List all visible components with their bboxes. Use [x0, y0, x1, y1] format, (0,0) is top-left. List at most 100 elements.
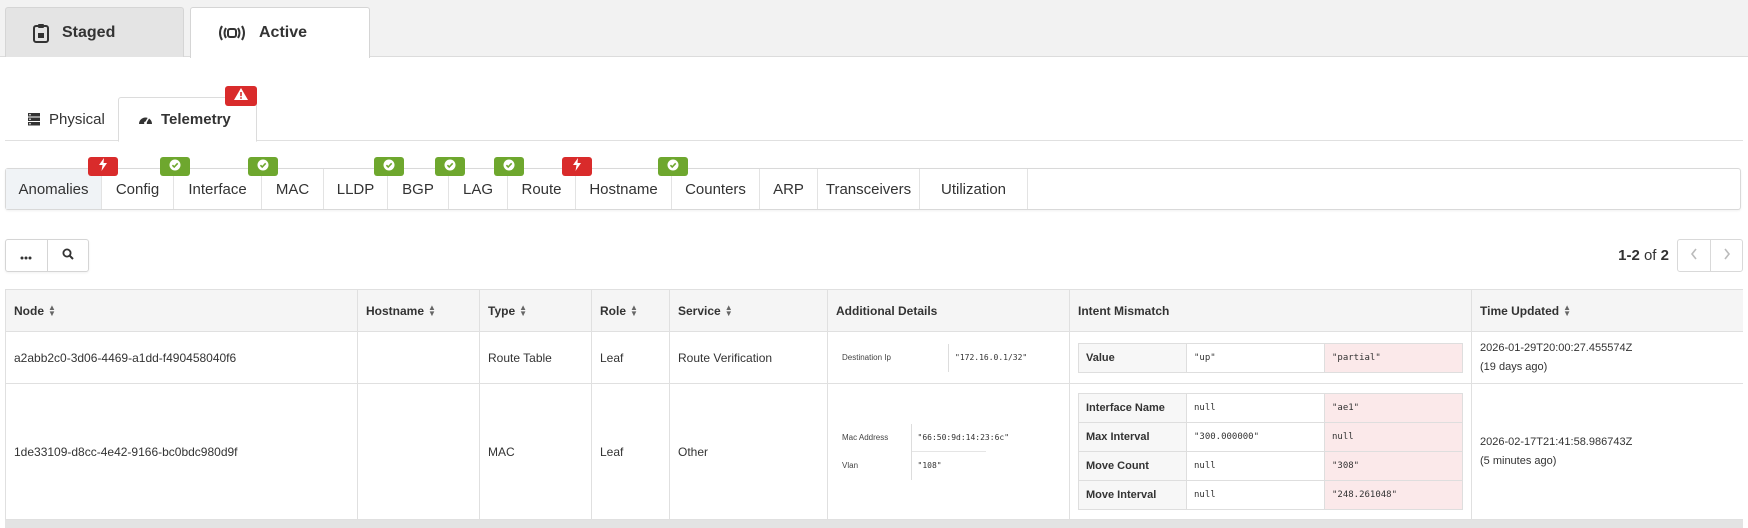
mismatch-actual: "ae1"	[1324, 393, 1463, 423]
check-circle-icon	[444, 158, 456, 176]
broadcast-icon	[217, 24, 247, 42]
cell-role: Leaf	[591, 331, 670, 384]
pagination-total: 2	[1660, 247, 1669, 264]
tab-active[interactable]: Active	[190, 7, 370, 58]
tab-arp[interactable]: ARP	[760, 169, 818, 209]
column-header-time-updated[interactable]: Time Updated ▲ ▼	[1471, 289, 1743, 332]
mismatch-key: Move Interval	[1078, 480, 1187, 510]
timestamp-relative: (19 days ago)	[1480, 360, 1548, 373]
column-header-additional-details: Additional Details	[827, 289, 1070, 332]
tab-active-label: Active	[259, 24, 308, 41]
mismatch-actual: null	[1324, 422, 1463, 452]
sort-icon: ▲ ▼	[519, 303, 528, 319]
cell-type: MAC	[479, 383, 592, 520]
pagination: 1-2 of 2	[1618, 239, 1743, 272]
previous-page-button[interactable]	[1678, 240, 1710, 271]
column-header-service-label: Service	[678, 303, 721, 318]
cell-type: Route Table	[479, 331, 592, 384]
status-ok-badge	[494, 157, 524, 176]
sort-icon: ▲ ▼	[1563, 303, 1572, 319]
tab-anomalies[interactable]: Anomalies	[6, 169, 102, 209]
tab-physical[interactable]: Physical	[5, 97, 118, 141]
cell-node: a2abb2c0-3d06-4469-a1dd-f490458040f6	[5, 331, 358, 384]
warning-icon	[233, 87, 249, 106]
lightning-icon	[98, 157, 108, 176]
check-circle-icon	[383, 158, 395, 176]
mismatch-key: Move Count	[1078, 451, 1187, 481]
column-header-hostname-label: Hostname	[366, 303, 425, 318]
horizontal-scrollbar[interactable]	[5, 520, 1743, 528]
mismatch-actual: "308"	[1324, 451, 1463, 481]
mismatch-row: Max Interval "300.000000" null	[1078, 422, 1463, 452]
speedometer-icon	[138, 113, 153, 126]
chevron-left-icon	[1690, 247, 1698, 265]
timestamp-relative: (5 minutes ago)	[1480, 454, 1557, 467]
mismatch-table: Value "up" "partial"	[1078, 342, 1463, 373]
status-ok-badge	[248, 157, 278, 176]
status-error-badge	[88, 157, 118, 176]
anomalies-table: Node ▲ ▼ Hostname ▲ ▼ Type ▲ ▼ Role ▲ ▼ Service ▲…	[5, 289, 1743, 528]
pagination-of: of	[1643, 247, 1657, 264]
status-ok-badge	[658, 157, 688, 176]
pagination-summary: 1-2 of 2	[1618, 247, 1669, 264]
mismatch-key: Interface Name	[1078, 393, 1187, 423]
pagination-range: 1-2	[1618, 247, 1640, 264]
column-header-type-label: Type	[488, 303, 516, 318]
check-circle-icon	[257, 158, 269, 176]
tab-telemetry-label: Telemetry	[161, 111, 231, 128]
details-row: Vlan "108"	[836, 451, 986, 480]
mismatch-row: Interface Name null "ae1"	[1078, 393, 1463, 423]
mismatch-expected: null	[1186, 451, 1325, 481]
top-tab-bar: Staged Active	[0, 0, 1748, 58]
details-value: "108"	[911, 451, 986, 480]
details-key: Vlan	[836, 451, 912, 480]
cell-intent-mismatch: Interface Name null "ae1" Max Interval "…	[1069, 383, 1472, 520]
mismatch-actual: "248.261048"	[1324, 480, 1463, 510]
cell-time-updated: 2026-02-17T21:41:58.986743Z (5 minutes a…	[1471, 383, 1743, 520]
mismatch-expected: "up"	[1186, 342, 1325, 373]
telemetry-warning-badge	[225, 86, 257, 106]
cell-service: Other	[669, 383, 828, 520]
details-table: Destination Ip "172.16.0.1/32"	[836, 343, 1061, 372]
mismatch-row: Move Interval null "248.261048"	[1078, 480, 1463, 510]
tab-utilization[interactable]: Utilization	[920, 169, 1028, 209]
details-table: Mac Address "66:50:9d:14:23:6c" Vlan "10…	[836, 423, 1009, 480]
next-page-button[interactable]	[1710, 240, 1742, 271]
details-value: "172.16.0.1/32"	[955, 353, 1028, 362]
column-header-service[interactable]: Service ▲ ▼	[669, 289, 828, 332]
status-ok-badge	[374, 157, 404, 176]
more-options-button[interactable]	[6, 240, 47, 271]
mismatch-expected: "300.000000"	[1186, 422, 1325, 452]
sort-icon: ▲ ▼	[48, 303, 56, 319]
chevron-right-icon	[1723, 247, 1731, 265]
status-ok-badge	[160, 157, 190, 176]
table-row[interactable]: a2abb2c0-3d06-4469-a1dd-f490458040f6 Rou…	[5, 331, 1743, 384]
mismatch-table: Interface Name null "ae1" Max Interval "…	[1078, 393, 1463, 510]
mismatch-key: Max Interval	[1078, 422, 1187, 452]
cell-hostname	[357, 331, 480, 384]
details-key: Destination Ip	[836, 343, 949, 372]
details-row: Mac Address "66:50:9d:14:23:6c"	[836, 423, 1009, 452]
table-row[interactable]: 1de33109-d8cc-4e42-9166-bc0bdc980d9f MAC…	[5, 383, 1743, 520]
column-header-hostname[interactable]: Hostname ▲ ▼	[357, 289, 480, 332]
column-header-role[interactable]: Role ▲ ▼	[591, 289, 670, 332]
table-header-row: Node ▲ ▼ Hostname ▲ ▼ Type ▲ ▼ Role ▲ ▼ Service ▲…	[5, 289, 1743, 332]
tab-transceivers[interactable]: Transceivers	[818, 169, 920, 209]
column-header-node-label: Node	[14, 303, 44, 318]
column-header-type[interactable]: Type ▲ ▼	[479, 289, 592, 332]
column-header-node[interactable]: Node ▲ ▼	[5, 289, 358, 332]
cell-node: 1de33109-d8cc-4e42-9166-bc0bdc980d9f	[5, 383, 358, 520]
cell-additional-details: Destination Ip "172.16.0.1/32"	[827, 331, 1070, 384]
mismatch-expected: null	[1186, 393, 1325, 423]
mismatch-row: Value "up" "partial"	[1078, 342, 1463, 373]
column-header-intent-mismatch: Intent Mismatch	[1069, 289, 1472, 332]
check-circle-icon	[503, 158, 515, 176]
status-ok-badge	[435, 157, 465, 176]
search-button[interactable]	[46, 240, 88, 271]
sort-icon: ▲ ▼	[428, 303, 436, 319]
mismatch-expected: null	[1186, 480, 1325, 510]
lightning-icon	[572, 157, 582, 176]
cell-time-updated: 2026-01-29T20:00:27.455574Z (19 days ago…	[1471, 331, 1743, 384]
tab-staged[interactable]: Staged	[5, 7, 184, 57]
tab-staged-label: Staged	[62, 23, 116, 41]
